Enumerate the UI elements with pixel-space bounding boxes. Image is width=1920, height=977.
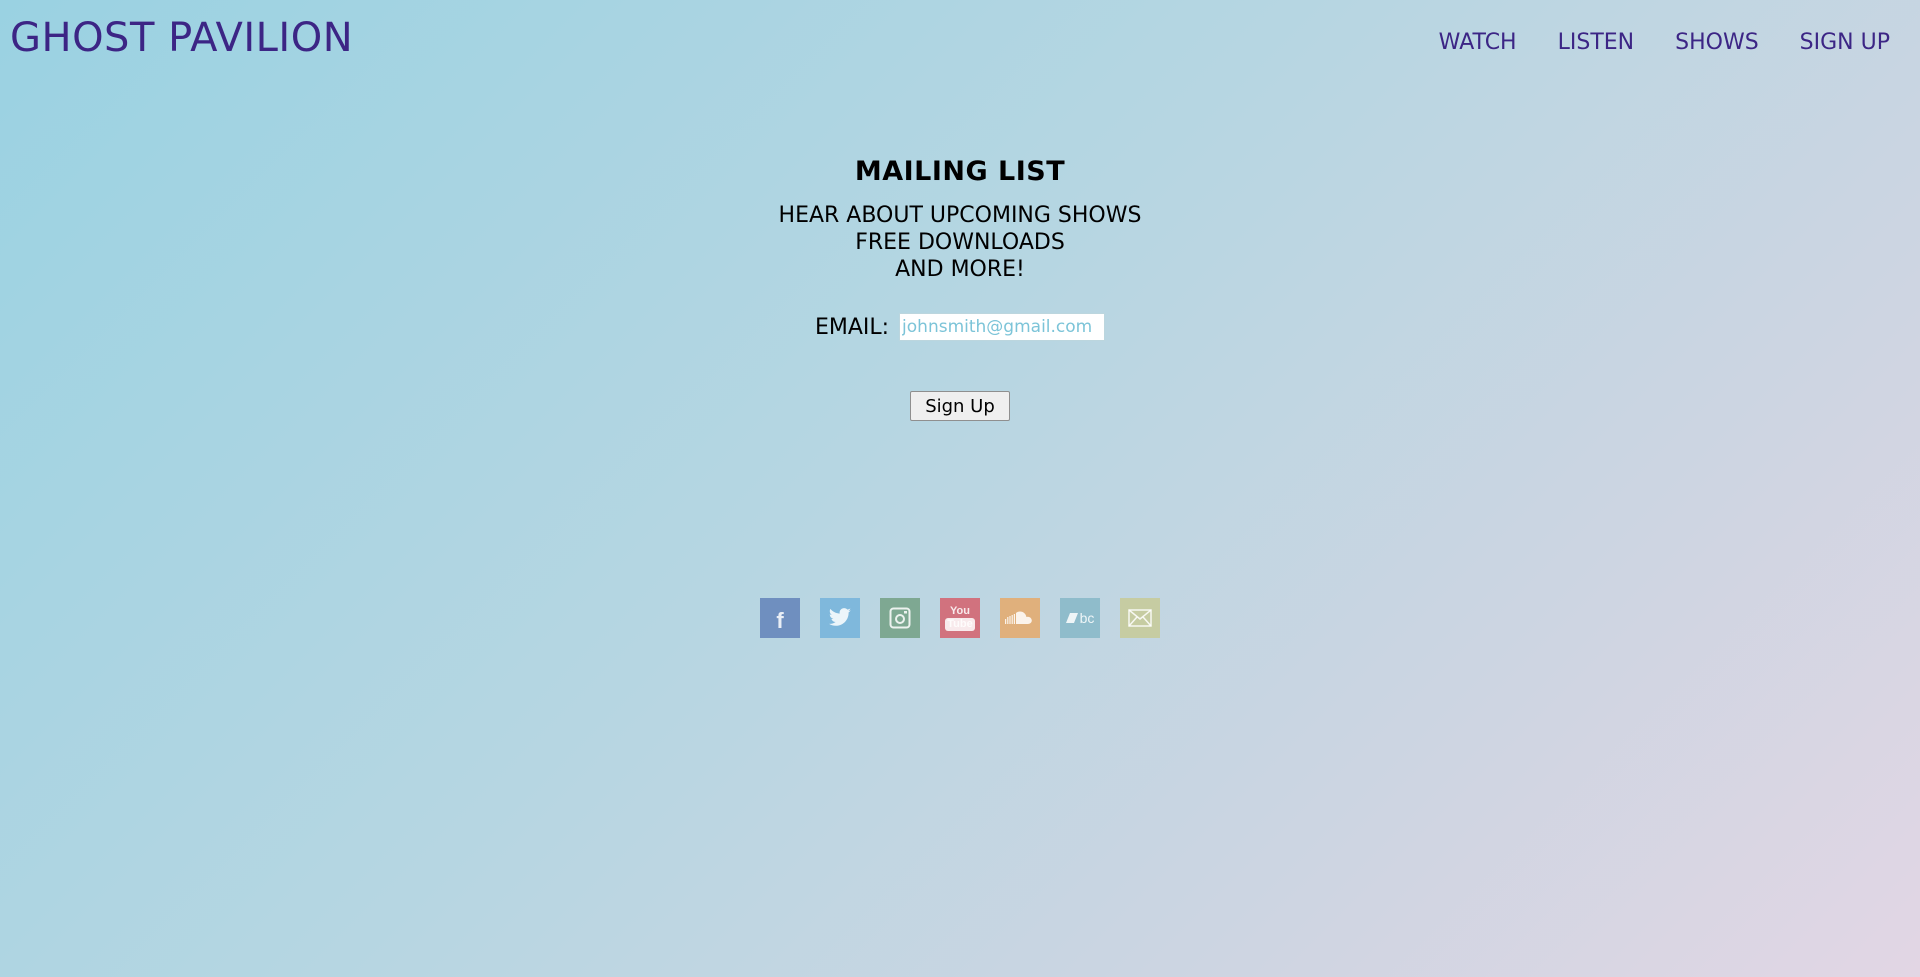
sign-up-button[interactable]: Sign Up [910, 391, 1010, 421]
facebook-icon[interactable]: f [760, 598, 800, 638]
bandcamp-parallelogram-shape [1065, 613, 1078, 623]
bandcamp-icon[interactable]: bc [1060, 598, 1100, 638]
email-label: EMAIL: [814, 314, 890, 340]
nav-link-watch[interactable]: WATCH [1439, 28, 1517, 58]
facebook-glyph: f [776, 608, 784, 633]
twitter-bird-shape [828, 608, 851, 626]
mailing-list-section: MAILING LIST HEAR ABOUT UPCOMING SHOWS F… [0, 154, 1920, 421]
youtube-icon[interactable]: You Tube [940, 598, 980, 638]
twitter-icon[interactable] [820, 598, 860, 638]
description-line-3: AND MORE! [895, 257, 1025, 282]
site-title[interactable]: GHOST PAVILION [10, 14, 353, 62]
instagram-icon[interactable] [880, 598, 920, 638]
email-row: EMAIL: [0, 313, 1920, 341]
main-nav: WATCH LISTEN SHOWS SIGN UP [1439, 28, 1890, 58]
bandcamp-glyph: bc [1079, 610, 1095, 626]
social-links: f You Tube bc [760, 598, 1160, 638]
soundcloud-icon[interactable] [1000, 598, 1040, 638]
envelope-shape [1128, 609, 1152, 627]
soundcloud-cloud-shape [1005, 611, 1032, 624]
youtube-glyph-bottom: Tube [945, 617, 975, 631]
instagram-camera-shape [889, 607, 911, 629]
mailing-list-heading: MAILING LIST [854, 156, 1066, 187]
nav-link-sign-up[interactable]: SIGN UP [1800, 28, 1890, 58]
nav-link-listen[interactable]: LISTEN [1558, 28, 1635, 58]
description-line-2: FREE DOWNLOADS [855, 230, 1065, 255]
description-line-1: HEAR ABOUT UPCOMING SHOWS [778, 203, 1142, 228]
nav-link-shows[interactable]: SHOWS [1675, 28, 1759, 58]
youtube-glyph-top: You [950, 604, 970, 617]
email-icon[interactable] [1120, 598, 1160, 638]
mailing-list-description: HEAR ABOUT UPCOMING SHOWS FREE DOWNLOADS… [0, 202, 1920, 283]
email-field[interactable] [899, 313, 1106, 341]
